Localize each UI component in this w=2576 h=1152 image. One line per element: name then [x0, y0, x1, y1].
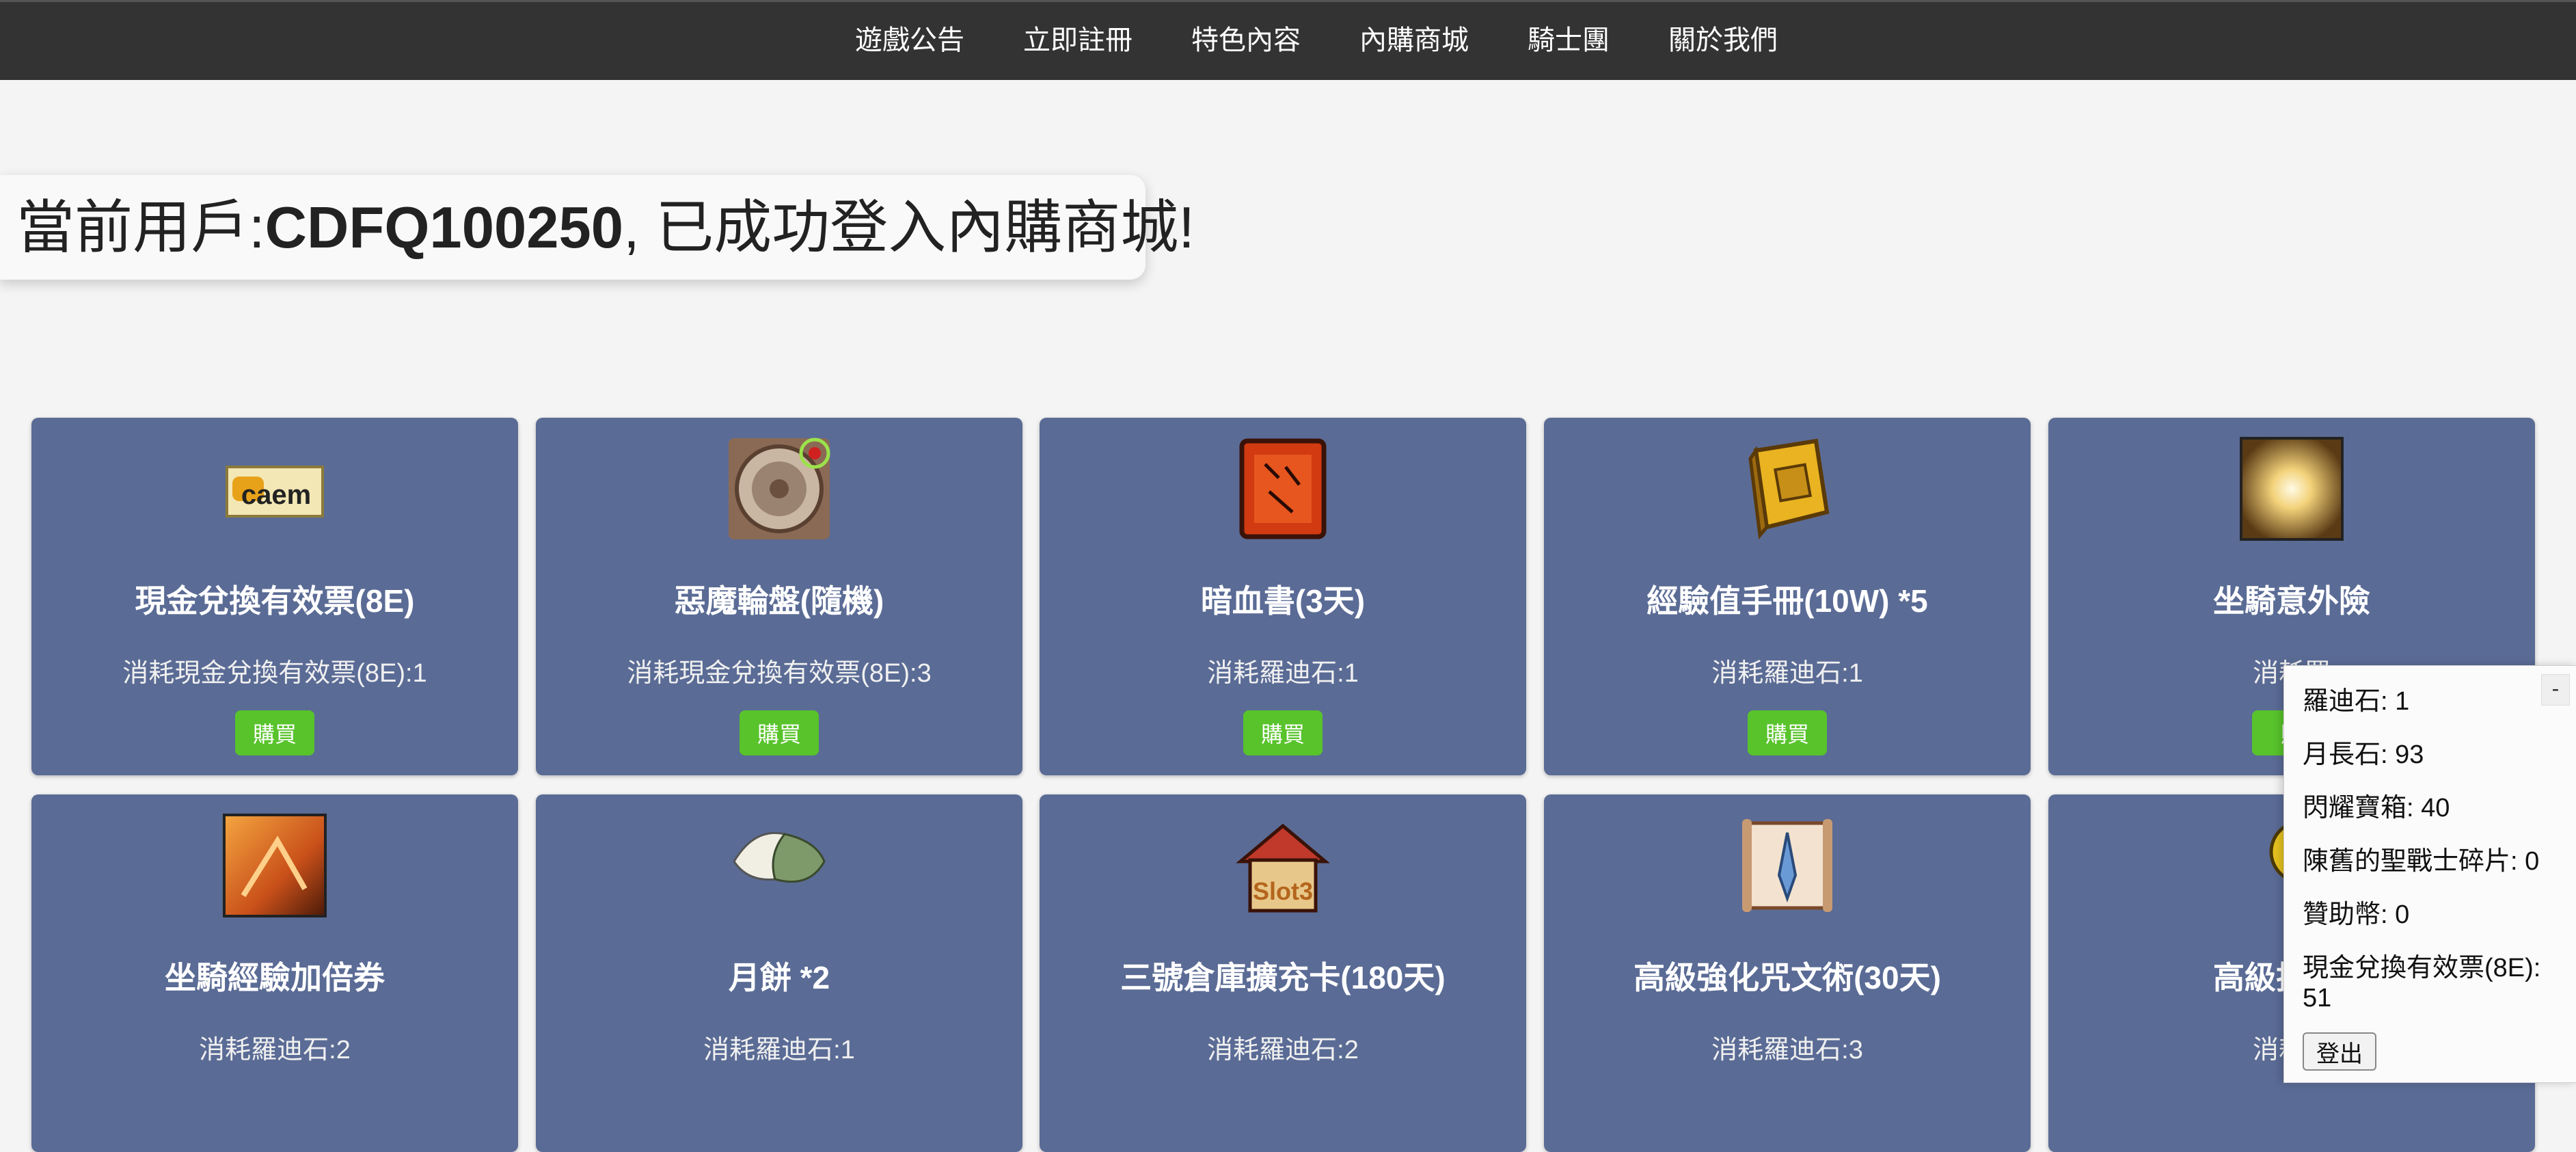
nav-item-knights[interactable]: 騎士團 [1528, 21, 1610, 59]
product-cost: 消耗現金兌換有效票(8E):1 [122, 659, 427, 688]
mount-exp-coupon-icon [223, 814, 327, 917]
welcome-message: 當前用戶:CDFQ100250, 已成功登入內購商城! [16, 196, 1195, 260]
dark-blood-book-icon [1239, 438, 1327, 539]
product-name: 暗血書(3天) [1200, 583, 1366, 619]
welcome-banner: 當前用戶:CDFQ100250, 已成功登入內購商城! [0, 175, 1195, 280]
mooncake-icon [733, 831, 826, 883]
product-name: 經驗值手冊(10W) *5 [1646, 583, 1928, 619]
product-name: 三號倉庫擴充卡(180天) [1120, 960, 1446, 995]
enhance-scroll-icon [1742, 819, 1832, 912]
nav-item-about[interactable]: 關於我們 [1668, 21, 1778, 59]
nav-item-register[interactable]: 立即註冊 [1023, 21, 1133, 59]
exp-manual-icon [1748, 438, 1830, 540]
product-name: 坐騎經驗加倍券 [165, 960, 385, 995]
svg-text:Slot3: Slot3 [1253, 877, 1313, 905]
storage-slot3-icon: Slot3 [1236, 823, 1330, 913]
product-card: 月餅 *2 消耗羅迪石:1 [536, 794, 1022, 1152]
logout-button[interactable]: 登出 [2303, 1032, 2376, 1071]
currency-crusader-fragment: 陳舊的聖戰士碎片: 0 [2303, 847, 2540, 876]
product-cost: 消耗羅迪石:1 [1207, 659, 1359, 688]
currency-shining-box: 閃耀寶箱: 40 [2303, 794, 2450, 822]
product-cost: 消耗羅迪石:3 [1711, 1036, 1863, 1064]
nav-item-features[interactable]: 特色內容 [1191, 21, 1301, 59]
product-cost: 消耗羅迪石:2 [1207, 1036, 1359, 1064]
nav-item-shop[interactable]: 內購商城 [1359, 21, 1469, 59]
svg-text:caem: caem [241, 480, 311, 510]
product-card: 坐騎經驗加倍券 消耗羅迪石:2 [31, 794, 518, 1152]
nav-item-announcements[interactable]: 遊戲公告 [855, 21, 964, 59]
currency-panel: - 羅迪石: 1 月長石: 93 閃耀寶箱: 40 陳舊的聖戰士碎片: 0 贊助… [2283, 665, 2576, 1083]
main-nav: 遊戲公告 立即註冊 特色內容 內購商城 騎士團 關於我們 [0, 2, 2576, 80]
buy-button[interactable]: 購買 [1748, 710, 1827, 755]
top-navigation-bar: 遊戲公告 立即註冊 特色內容 內購商城 騎士團 關於我們 [0, 0, 2576, 80]
product-card: 暗血書(3天) 消耗羅迪石:1 購買 [1040, 418, 1526, 775]
product-card: Slot3 三號倉庫擴充卡(180天) 消耗羅迪石:2 [1040, 794, 1526, 1152]
currency-rodi-stone: 羅迪石: 1 [2303, 687, 2410, 716]
buy-button[interactable]: 購買 [235, 710, 314, 755]
welcome-prefix: 當前用戶: [16, 196, 265, 260]
demon-roulette-icon [729, 438, 830, 539]
welcome-suffix: , 已成功登入內購商城! [623, 196, 1195, 260]
product-cost: 消耗現金兌換有效票(8E):3 [627, 659, 932, 688]
product-name: 惡魔輪盤(隨機) [674, 583, 884, 619]
product-cost: 消耗羅迪石:1 [703, 1036, 855, 1064]
currency-moonstone: 月長石: 93 [2303, 740, 2424, 769]
cash-ticket-icon: caem [226, 466, 324, 518]
product-card: 高級強化咒文術(30天) 消耗羅迪石:3 [1544, 794, 2031, 1152]
product-name: 坐騎意外險 [2213, 583, 2370, 619]
product-cost: 消耗羅迪石:1 [1711, 659, 1863, 688]
product-card: 經驗值手冊(10W) *5 消耗羅迪石:1 購買 [1544, 418, 2031, 775]
buy-button[interactable]: 購買 [1243, 710, 1323, 755]
product-name: 高級強化咒文術(30天) [1633, 960, 1941, 995]
mount-insurance-icon [2240, 437, 2344, 541]
product-name: 月餅 *2 [728, 960, 830, 995]
collapse-button[interactable]: - [2541, 674, 2570, 706]
user-id: CDFQ100250 [265, 196, 624, 260]
product-card: 惡魔輪盤(隨機) 消耗現金兌換有效票(8E):3 購買 [536, 418, 1022, 775]
currency-sponsor-coin: 贊助幣: 0 [2303, 900, 2410, 929]
buy-button[interactable]: 購買 [740, 710, 819, 755]
product-name: 現金兌換有效票(8E) [135, 583, 415, 619]
currency-cash-ticket-value: 51 [2303, 984, 2332, 1013]
product-card: caem 現金兌換有效票(8E) 消耗現金兌換有效票(8E):1 購買 [31, 418, 518, 775]
product-cost: 消耗羅迪石:2 [199, 1036, 351, 1064]
currency-cash-ticket-label: 現金兌換有效票(8E): [2303, 954, 2541, 982]
